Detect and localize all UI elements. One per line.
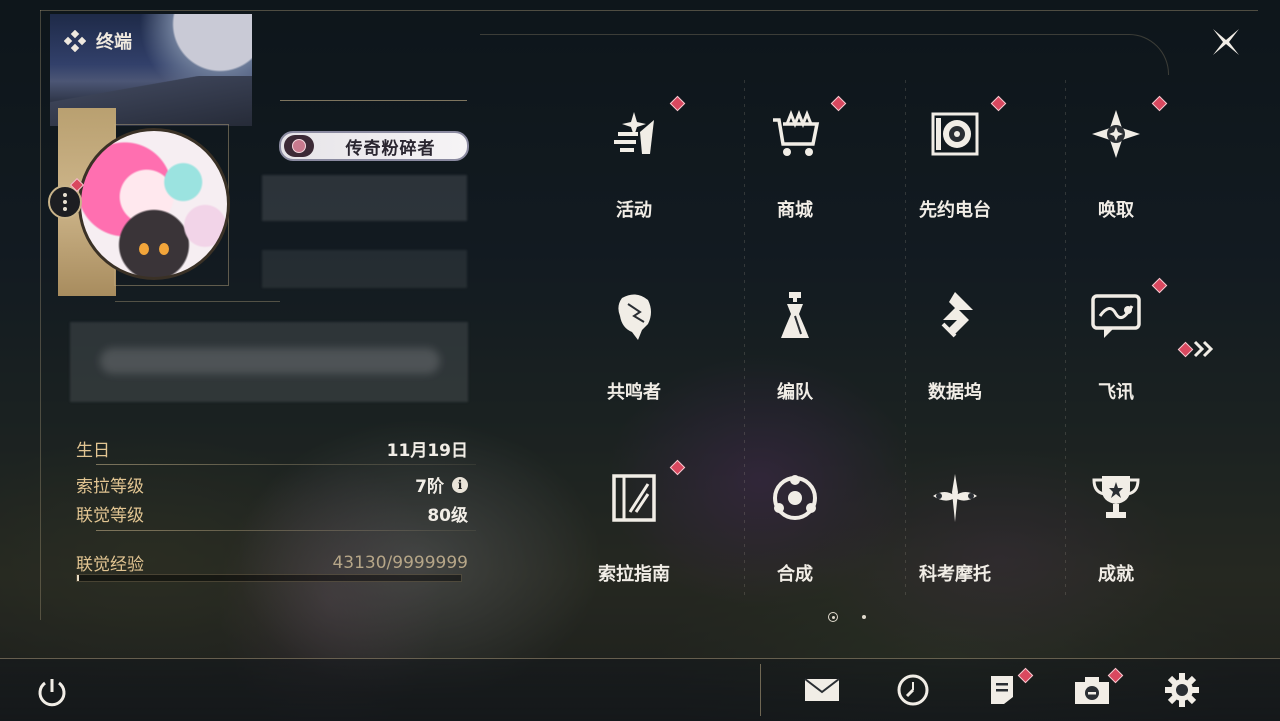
terminal-diamond-icon	[64, 30, 86, 52]
menu-item-guidebook[interactable]: 索拉指南	[554, 456, 714, 626]
menu-item-radio[interactable]: 先约电台	[875, 92, 1035, 262]
stat-divider	[96, 530, 476, 531]
menu-item-label: 飞讯	[1098, 382, 1134, 403]
avatar[interactable]	[78, 128, 230, 280]
page-dot[interactable]	[862, 615, 866, 619]
notification-badge	[1151, 277, 1168, 294]
union-exp-label: 联觉经验	[76, 555, 144, 575]
camera-button[interactable]	[1072, 670, 1112, 710]
frame-arc	[480, 34, 1169, 75]
menu-item-motorcycle[interactable]: 科考摩托	[875, 456, 1035, 626]
union-level-value: 80级	[427, 506, 468, 526]
menu-item-shop-cart[interactable]: 商城	[715, 92, 875, 262]
page-indicator	[828, 612, 866, 622]
player-name-redacted	[262, 175, 467, 221]
menu-item-databank[interactable]: 数据坞	[875, 274, 1035, 444]
union-exp-progress-bar	[76, 574, 462, 582]
menu-item-label: 商城	[777, 200, 813, 221]
frame-line-top	[40, 10, 1258, 11]
birthday-row: 生日 11月19日	[76, 436, 468, 461]
stat-divider	[96, 464, 476, 465]
birthday-value: 11月19日	[386, 441, 468, 461]
sola-level-label: 索拉等级	[76, 477, 144, 497]
clock-icon	[897, 674, 929, 706]
double-chevron-right-icon	[1193, 340, 1214, 358]
close-button[interactable]	[1208, 26, 1244, 58]
union-exp-row: 联觉经验 43130/9999999	[76, 550, 468, 576]
menu-item-label: 数据坞	[928, 382, 982, 403]
menu-item-trophy[interactable]: 成就	[1036, 456, 1196, 626]
team-icon	[769, 290, 821, 342]
sola-level-value: 7阶	[415, 477, 444, 497]
notification-badge	[830, 95, 847, 112]
mail-button[interactable]	[802, 670, 842, 710]
menu-item-label: 成就	[1098, 564, 1134, 585]
settings-gear-icon	[1165, 673, 1199, 707]
birthday-label: 生日	[76, 441, 110, 461]
title-emblem-icon	[284, 135, 314, 157]
menu-item-label: 编队	[777, 382, 813, 403]
chat-icon	[1090, 290, 1142, 342]
notification-badge	[1151, 95, 1168, 112]
notification-badge	[669, 95, 686, 112]
menu-item-label: 活动	[616, 200, 652, 221]
page-title: 终端	[96, 32, 132, 53]
menu-item-label: 唤取	[1098, 200, 1134, 221]
mail-icon	[804, 678, 840, 701]
union-exp-value: 43130/9999999	[332, 552, 468, 573]
power-button[interactable]	[32, 672, 72, 712]
menu-item-label: 共鸣者	[607, 382, 661, 403]
frame-line-left	[40, 10, 41, 620]
terminal-header: 终端	[64, 28, 132, 54]
next-page-badge	[1177, 341, 1194, 357]
motorcycle-icon	[929, 472, 981, 524]
next-page-button[interactable]	[1177, 340, 1215, 358]
resonator-icon	[608, 290, 660, 342]
close-icon	[1213, 29, 1239, 55]
shop-cart-icon	[769, 108, 821, 160]
name-divider	[280, 100, 467, 101]
menu-item-resonator[interactable]: 共鸣者	[554, 274, 714, 444]
clock-button[interactable]	[893, 670, 933, 710]
menu-item-label: 合成	[777, 564, 813, 585]
notes-button[interactable]	[982, 670, 1022, 710]
menu-item-events[interactable]: 活动	[554, 92, 714, 262]
notification-badge	[990, 95, 1007, 112]
menu-item-label: 先约电台	[919, 200, 991, 221]
title-badge-label: 传奇粉碎者	[345, 138, 436, 159]
power-icon	[38, 679, 66, 707]
union-level-label: 联觉等级	[76, 506, 144, 526]
menu-item-team[interactable]: 编队	[715, 274, 875, 444]
databank-icon	[929, 290, 981, 342]
trophy-icon	[1090, 472, 1142, 524]
menu-item-synthesis[interactable]: 合成	[715, 456, 875, 626]
synthesis-icon	[769, 472, 821, 524]
notes-icon	[991, 676, 1013, 704]
player-signature-redacted[interactable]	[70, 322, 468, 402]
info-icon[interactable]: i	[452, 476, 468, 493]
avatar-divider	[115, 301, 280, 302]
title-badge[interactable]: 传奇粉碎者	[279, 131, 469, 161]
radio-icon	[929, 108, 981, 160]
events-icon	[608, 108, 660, 160]
menu-item-convene[interactable]: 唤取	[1036, 92, 1196, 262]
settings-button[interactable]	[1162, 670, 1202, 710]
camera-icon	[1075, 677, 1109, 704]
menu-item-chat[interactable]: 飞讯	[1036, 274, 1196, 444]
union-level-row: 联觉等级 80级	[76, 501, 468, 526]
bottom-bar-divider	[760, 664, 761, 716]
convene-icon	[1090, 108, 1142, 160]
sola-level-row: 索拉等级 7阶 i	[76, 472, 468, 497]
page-dot-active[interactable]	[828, 612, 838, 622]
notification-badge	[669, 459, 686, 476]
union-exp-progress-fill	[77, 575, 79, 581]
menu-item-label: 索拉指南	[598, 564, 670, 585]
menu-item-label: 科考摩托	[919, 564, 991, 585]
player-id-redacted	[262, 250, 467, 288]
guidebook-icon	[608, 472, 660, 524]
